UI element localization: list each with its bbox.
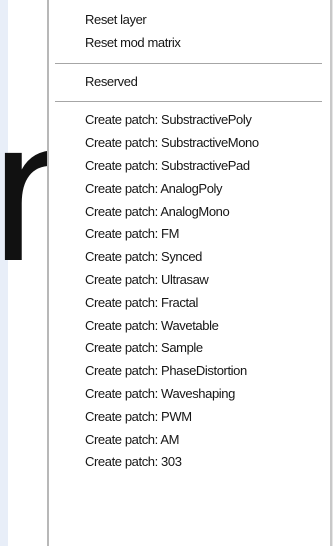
- menu-item-create-patch-analog-poly[interactable]: Create patch: AnalogPoly: [49, 178, 330, 201]
- menu-item-create-patch-synced[interactable]: Create patch: Synced: [49, 246, 330, 269]
- menu-item-create-patch-fm[interactable]: Create patch: FM: [49, 223, 330, 246]
- menu-separator: [55, 101, 322, 104]
- menu-item-create-patch-substractive-poly[interactable]: Create patch: SubstractivePoly: [49, 109, 330, 132]
- menu-item-create-patch-sample[interactable]: Create patch: Sample: [49, 337, 330, 360]
- menu-item-create-patch-substractive-pad[interactable]: Create patch: SubstractivePad: [49, 155, 330, 178]
- menu-item-reserved[interactable]: Reserved: [49, 71, 330, 94]
- menu-item-create-patch-ultrasaw[interactable]: Create patch: Ultrasaw: [49, 269, 330, 292]
- menu-item-create-patch-wavetable[interactable]: Create patch: Wavetable: [49, 315, 330, 338]
- menu-separator: [55, 62, 322, 65]
- menu-item-create-patch-pwm[interactable]: Create patch: PWM: [49, 406, 330, 429]
- menu-item-reset-mod-matrix[interactable]: Reset mod matrix: [49, 32, 330, 55]
- menu-item-create-patch-waveshaping[interactable]: Create patch: Waveshaping: [49, 383, 330, 406]
- menu-item-create-patch-fractal[interactable]: Create patch: Fractal: [49, 292, 330, 315]
- menu-item-create-patch-phase-distortion[interactable]: Create patch: PhaseDistortion: [49, 360, 330, 383]
- menu-item-create-patch-substractive-mono[interactable]: Create patch: SubstractiveMono: [49, 132, 330, 155]
- menu-item-create-patch-am[interactable]: Create patch: AM: [49, 429, 330, 452]
- context-menu: Reset layer Reset mod matrix Reserved Cr…: [47, 0, 332, 546]
- menu-item-reset-layer[interactable]: Reset layer: [49, 9, 330, 32]
- menu-item-create-patch-analog-mono[interactable]: Create patch: AnalogMono: [49, 201, 330, 224]
- menu-item-create-patch-303[interactable]: Create patch: 303: [49, 451, 330, 474]
